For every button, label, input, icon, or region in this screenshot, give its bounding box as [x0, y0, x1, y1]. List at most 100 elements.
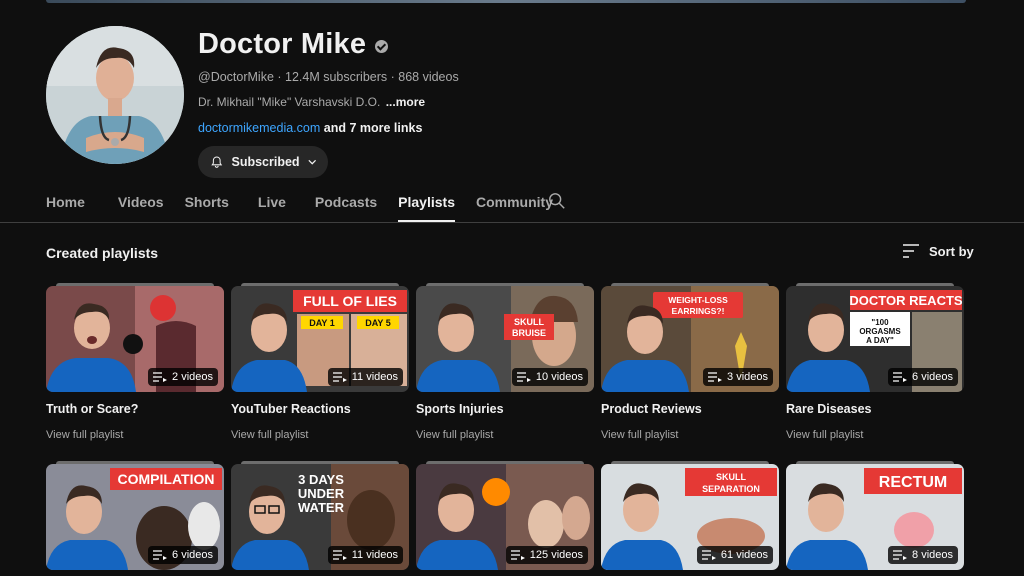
svg-text:A DAY": A DAY" [866, 336, 894, 345]
svg-text:3 DAYS: 3 DAYS [298, 472, 344, 487]
svg-text:SKULL: SKULL [716, 472, 746, 482]
channel-tabs: Home Videos Shorts Live Podcasts Playlis… [46, 186, 553, 222]
more-link[interactable]: ...more [386, 95, 425, 109]
channel-website-link[interactable]: doctormikemedia.com [198, 121, 320, 135]
view-full-playlist-link[interactable]: View full playlist [231, 429, 409, 441]
sort-by-label: Sort by [929, 243, 974, 259]
video-count-badge: 6 videos [148, 546, 218, 564]
thumb-overlay-text: FULL OF LIES [303, 293, 397, 309]
svg-text:EARRINGS?!: EARRINGS?! [672, 306, 725, 316]
channel-description[interactable]: Dr. Mikhail "Mike" Varshavski D.O. ...mo… [198, 95, 459, 109]
playlist-icon [893, 550, 908, 560]
video-count-badge: 11 videos [327, 546, 403, 564]
svg-text:DAY 1: DAY 1 [309, 318, 335, 328]
svg-text:ORGASMS: ORGASMS [859, 327, 901, 336]
svg-text:DOCTOR REACTS: DOCTOR REACTS [849, 293, 962, 308]
playlist-icon [153, 372, 168, 382]
playlist-card[interactable]: COMPILATION 6 videos [46, 461, 224, 570]
video-count: 868 videos [398, 70, 459, 84]
bell-icon [211, 156, 223, 168]
svg-text:WATER: WATER [298, 500, 345, 515]
svg-text:DAY 5: DAY 5 [365, 318, 391, 328]
tab-live[interactable]: Live [258, 186, 286, 222]
playlist-icon [516, 372, 531, 382]
video-count-badge: 11 videos [327, 368, 403, 386]
video-count-badge: 61 videos [696, 546, 773, 564]
playlist-title[interactable]: Rare Diseases [786, 402, 964, 416]
sort-icon [903, 244, 919, 258]
video-count-text: 11 videos [351, 371, 398, 383]
description-text: Dr. Mikhail "Mike" Varshavski D.O. [198, 95, 381, 109]
svg-text:WEIGHT-LOSS: WEIGHT-LOSS [668, 295, 728, 305]
playlist-icon [332, 550, 347, 560]
playlist-icon [893, 372, 908, 382]
playlist-card[interactable]: FULL OF LIES DAY 1 DAY 5 11 videos YouTu… [231, 283, 409, 441]
svg-text:UNDER: UNDER [298, 486, 345, 501]
tab-playlists[interactable]: Playlists [398, 186, 455, 222]
channel-links: doctormikemedia.com and 7 more links [198, 121, 459, 135]
subscribed-label: Subscribed [231, 155, 300, 169]
view-full-playlist-link[interactable]: View full playlist [601, 429, 779, 441]
channel-avatar[interactable] [46, 26, 184, 164]
tab-shorts[interactable]: Shorts [185, 186, 229, 222]
channel-info: Doctor Mike @DoctorMike · 12.4M subscrib… [198, 26, 459, 178]
video-count-text: 6 videos [172, 549, 213, 561]
playlist-card[interactable]: DOCTOR REACTS "100 ORGASMS A DAY" 6 vide… [786, 283, 964, 441]
video-count-text: 3 videos [727, 371, 768, 383]
video-count-badge: 2 videos [148, 368, 218, 386]
view-full-playlist-link[interactable]: View full playlist [416, 429, 594, 441]
video-count-text: 10 videos [535, 371, 583, 383]
playlist-title[interactable]: YouTuber Reactions [231, 402, 409, 416]
playlist-card[interactable]: 3 DAYS UNDER WATER 11 videos [231, 461, 409, 570]
svg-text:SKULL: SKULL [514, 317, 544, 327]
subscribed-button[interactable]: Subscribed [198, 146, 328, 178]
tabs-divider [0, 222, 1024, 223]
channel-name: Doctor Mike [198, 26, 459, 62]
playlist-icon [701, 550, 716, 560]
search-icon[interactable] [548, 192, 566, 210]
channel-handle: @DoctorMike [198, 70, 274, 84]
video-count-text: 125 videos [529, 549, 583, 561]
more-links-button[interactable]: and 7 more links [324, 121, 423, 135]
playlist-card[interactable]: RECTUM 8 videos [786, 461, 964, 570]
video-count-badge: 6 videos [888, 368, 958, 386]
playlist-card[interactable]: SKULL SEPARATION 61 videos [601, 461, 779, 570]
video-count-text: 8 videos [912, 549, 953, 561]
tab-community[interactable]: Community [476, 186, 553, 222]
chevron-down-icon [307, 159, 316, 165]
video-count-badge: 10 videos [511, 368, 588, 386]
playlist-card[interactable]: WEIGHT-LOSS EARRINGS?! 3 videos Product … [601, 283, 779, 441]
playlist-card[interactable]: 125 videos [416, 461, 594, 570]
video-count-badge: 8 videos [888, 546, 958, 564]
video-count-badge: 3 videos [703, 368, 773, 386]
playlist-card[interactable]: SKULL BRUISE 10 videos Sports Injuries V… [416, 283, 594, 441]
verified-badge-icon [375, 39, 389, 53]
view-full-playlist-link[interactable]: View full playlist [786, 429, 964, 441]
tab-videos[interactable]: Videos [118, 186, 164, 222]
playlist-icon [510, 550, 525, 560]
subscriber-count: 12.4M subscribers [285, 70, 388, 84]
playlist-title[interactable]: Truth or Scare? [46, 402, 224, 416]
tab-home[interactable]: Home [46, 186, 85, 222]
playlist-title[interactable]: Sports Injuries [416, 402, 594, 416]
svg-text:COMPILATION: COMPILATION [118, 471, 215, 487]
video-count-badge: 125 videos [505, 546, 588, 564]
section-title: Created playlists [46, 245, 159, 261]
playlist-card[interactable]: 2 videos Truth or Scare? View full playl… [46, 283, 224, 441]
channel-meta: @DoctorMike · 12.4M subscribers · 868 vi… [198, 70, 459, 84]
svg-text:"100: "100 [871, 318, 889, 327]
channel-banner-edge [46, 0, 966, 3]
view-full-playlist-link[interactable]: View full playlist [46, 429, 224, 441]
playlist-icon [708, 372, 723, 382]
playlist-title[interactable]: Product Reviews [601, 402, 779, 416]
video-count-text: 61 videos [720, 549, 768, 561]
svg-text:RECTUM: RECTUM [879, 474, 947, 491]
playlist-icon [153, 550, 168, 560]
sort-by-button[interactable]: Sort by [902, 243, 974, 259]
video-count-text: 6 videos [912, 371, 953, 383]
video-count-text: 11 videos [351, 549, 398, 561]
channel-header: Doctor Mike @DoctorMike · 12.4M subscrib… [46, 26, 1024, 178]
svg-text:BRUISE: BRUISE [512, 328, 546, 338]
video-count-text: 2 videos [172, 371, 213, 383]
tab-podcasts[interactable]: Podcasts [315, 186, 377, 222]
